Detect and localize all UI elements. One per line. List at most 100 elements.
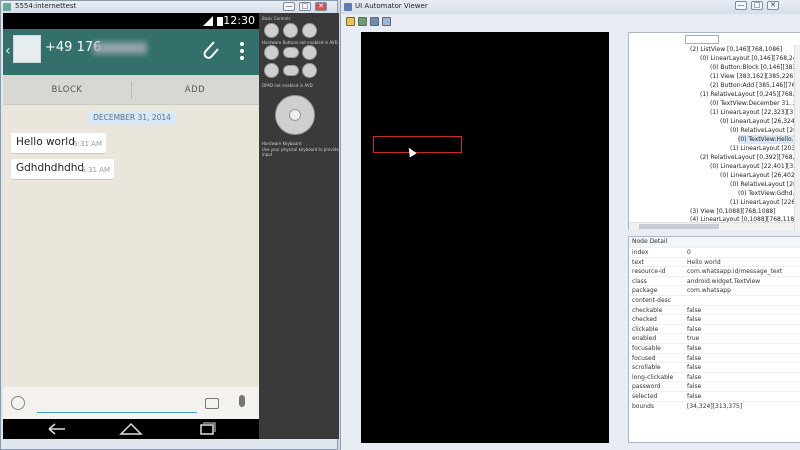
scrollbar-thumb[interactable] (639, 224, 719, 229)
tree-horizontal-scrollbar[interactable] (629, 222, 794, 230)
tree-node[interactable]: (0) Button:Block [0,146][383,... (710, 63, 800, 72)
chat-list[interactable]: DECEMBER 31, 2014 Hello world 5:31 AM Gd… (3, 105, 259, 387)
save-icon[interactable] (382, 17, 391, 26)
minimize-button[interactable]: — (283, 2, 295, 11)
detail-row[interactable]: package com.whatsapp (629, 285, 800, 295)
detail-value: false (687, 383, 702, 391)
tree-node-selected[interactable]: (0) TextView:Hello... (738, 135, 798, 144)
block-button[interactable]: BLOCK (3, 75, 131, 105)
detail-row[interactable]: focusable false (629, 343, 800, 353)
detail-value: false (687, 393, 702, 400)
message-time: 5:31 AM (81, 166, 110, 174)
panel-label: Use your physical keyboard to provide in… (262, 147, 339, 157)
detail-row[interactable]: scrollable false (629, 362, 800, 372)
detail-row[interactable]: resource-id com.whatsapp:id/message_text (629, 266, 800, 276)
detail-key: bounds (632, 402, 655, 410)
detail-row[interactable]: selected false (629, 391, 800, 401)
detail-row[interactable]: class android.widget.TextView (629, 275, 800, 286)
maximize-button[interactable]: □ (299, 2, 311, 11)
open-icon[interactable] (346, 17, 355, 26)
detail-key: password (632, 383, 661, 391)
menu-hw-button[interactable] (283, 47, 299, 58)
message-text: Hello world (16, 136, 75, 148)
mic-icon[interactable] (239, 395, 245, 407)
home-icon[interactable] (117, 421, 145, 437)
tree-node[interactable]: (0) LinearLayout [22,401][336... (710, 162, 800, 171)
tree-node[interactable]: (0) LinearLayout [0,146][768,245] (700, 54, 800, 63)
tree-node[interactable]: (0) TextView:December 31, 20... (710, 99, 800, 108)
tree-node[interactable]: (1) LinearLayout [22,323][313,... (710, 108, 800, 117)
overflow-menu-icon[interactable] (239, 41, 245, 61)
message-bubble[interactable]: Gdhdhdhdhd 5:31 AM (11, 159, 114, 179)
tree-node[interactable]: (1) RelativeLayout [0,245][768,39... (700, 90, 800, 99)
detail-row[interactable]: bounds [34,324][313,375] (629, 400, 800, 411)
detail-row[interactable]: focused false (629, 352, 800, 363)
redacted-name (93, 42, 147, 54)
add-button[interactable]: ADD (131, 75, 259, 105)
tree-node[interactable]: (0) TextView:Gdhd... (738, 189, 798, 198)
detail-key: long-clickable (632, 373, 674, 381)
tree-vertical-scrollbar[interactable] (794, 45, 800, 231)
tree-node[interactable]: (2) Button:Add [385,146][768... (710, 81, 800, 90)
maximize-button[interactable]: □ (751, 1, 763, 10)
volume-down-icon[interactable] (264, 23, 279, 38)
message-input[interactable] (37, 393, 197, 413)
device-screenshot-icon[interactable] (358, 17, 367, 26)
status-time: 12:30 (223, 14, 255, 27)
detail-row[interactable]: checked false (629, 314, 800, 324)
detail-row[interactable]: long-clickable false (629, 371, 800, 382)
hierarchy-tree[interactable]: (2) ListView [0,146][768,1086] (0) Linea… (628, 32, 800, 231)
tree-node[interactable]: (1) View [383,162][385,226] (710, 72, 796, 81)
avatar[interactable] (13, 35, 41, 63)
home-hw-icon[interactable] (264, 45, 279, 60)
power-icon[interactable] (302, 23, 317, 38)
volume-up-icon[interactable] (283, 23, 298, 38)
detail-key: enabled (632, 335, 657, 343)
search-hw-button[interactable] (283, 65, 299, 76)
close-button[interactable]: ✕ (315, 2, 327, 11)
tree-node[interactable]: (2) ListView [0,146][768,1086] (690, 45, 782, 54)
recents-icon[interactable] (193, 421, 221, 437)
back-hw-icon[interactable] (302, 45, 317, 60)
uiav-titlebar: UI Automator Viewer — □ ✕ (341, 0, 800, 14)
detail-row[interactable]: enabled true (629, 333, 800, 343)
tree-node[interactable]: (2) RelativeLayout [0,392][768,47... (700, 153, 800, 162)
tree-node[interactable]: (1) LinearLayout [226,... (730, 198, 800, 207)
tree-filter-box[interactable] (685, 35, 719, 44)
detail-row[interactable]: index 0 (629, 247, 800, 257)
message-bubble[interactable]: Hello world 5:31 AM (11, 133, 106, 153)
detail-key: scrollable (632, 364, 661, 372)
emulator-window: 5554:internettest — □ ✕ 12:30 ‹ +49 176 (0, 0, 339, 450)
dpad-center[interactable] (289, 109, 301, 121)
detail-key: content-desc (632, 297, 672, 304)
compressed-screenshot-icon[interactable] (370, 17, 379, 26)
detail-value: false (687, 325, 702, 333)
tree-node[interactable]: (0) RelativeLayout [26... (730, 126, 800, 135)
camera-icon[interactable] (205, 398, 219, 409)
call-icon[interactable] (264, 63, 279, 78)
detail-value: false (687, 354, 702, 362)
detail-row[interactable]: password false (629, 381, 800, 391)
detail-key: focused (632, 354, 656, 362)
back-chevron-icon[interactable]: ‹ (5, 43, 11, 59)
message-time: 5:31 AM (73, 140, 102, 148)
tree-node[interactable]: (0) LinearLayout [26,402]... (720, 171, 800, 180)
detail-row[interactable]: text Hello world (629, 256, 800, 267)
emoji-icon[interactable] (11, 396, 25, 410)
detail-value: com.whatsapp:id/message_text (687, 268, 783, 276)
detail-value: false (687, 364, 702, 372)
detail-value: false (687, 316, 702, 324)
close-button[interactable]: ✕ (767, 1, 779, 10)
tree-node[interactable]: (0) LinearLayout [26,324]... (720, 117, 800, 126)
paperclip-icon[interactable] (199, 38, 221, 64)
back-icon[interactable] (43, 421, 71, 437)
tree-node[interactable]: (1) LinearLayout [203,... (730, 144, 800, 153)
tree-node[interactable]: (0) RelativeLayout [26... (730, 180, 800, 189)
camera-hw-icon[interactable] (302, 63, 317, 78)
detail-row[interactable]: clickable false (629, 323, 800, 334)
nav-bar (3, 419, 259, 439)
device-screen-panel[interactable] (361, 32, 609, 443)
detail-row[interactable]: content-desc (629, 295, 800, 305)
minimize-button[interactable]: — (735, 1, 747, 10)
detail-row[interactable]: checkable false (629, 304, 800, 315)
